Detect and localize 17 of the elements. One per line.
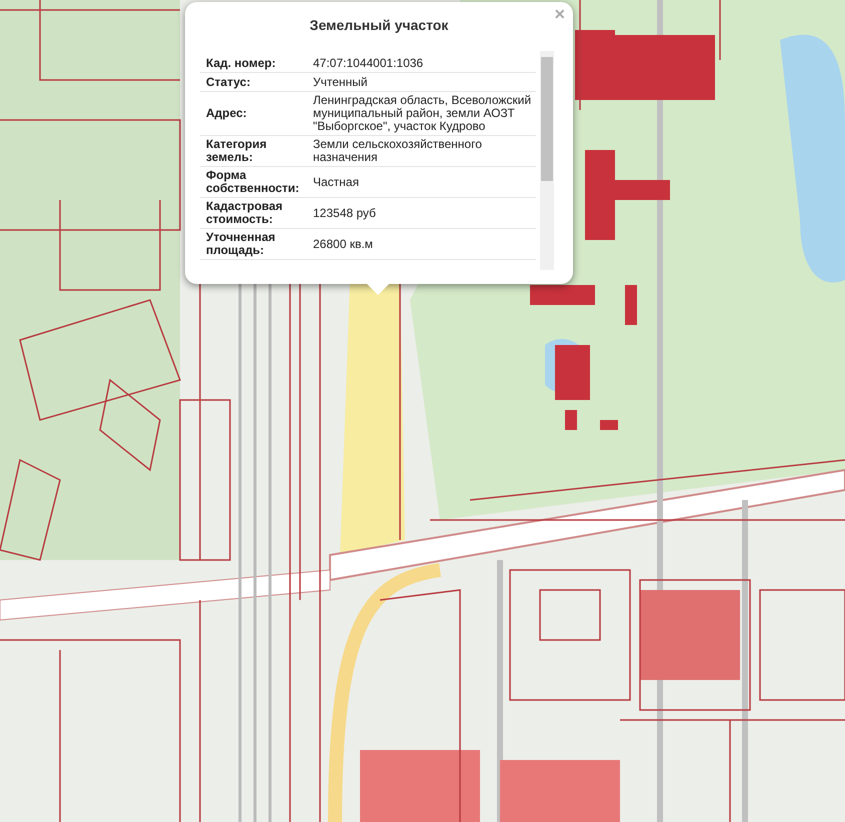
field-label: Форма собственности:: [206, 169, 300, 195]
field-label: Адрес:: [206, 107, 248, 120]
field-value: Частная: [313, 176, 360, 188]
field-value: 47:07:1044001:1036: [313, 56, 424, 70]
field-value: Учтенный: [313, 76, 368, 88]
field-label: Уточненная площадь:: [206, 231, 276, 257]
close-button[interactable]: ×: [552, 4, 567, 24]
field-label: Статус:: [206, 76, 252, 88]
popup-title: Земельный участок: [310, 17, 448, 33]
field-label: Кад. номер:: [206, 56, 277, 70]
field-label: Категория земель:: [206, 138, 268, 164]
field-value: 123548 руб: [313, 206, 377, 220]
field-value: 26800 кв.м: [313, 238, 374, 250]
field-value: Земли сельскохозяйственного назначения: [313, 138, 483, 164]
field-label: Кадастровая стоимость:: [206, 200, 284, 226]
field-value: Ленинградская область, Всеволожский муниципальный район, земли АОЗТ "Выборгское", участок Кудрово: [313, 94, 532, 133]
scrollbar[interactable]: [540, 51, 554, 270]
